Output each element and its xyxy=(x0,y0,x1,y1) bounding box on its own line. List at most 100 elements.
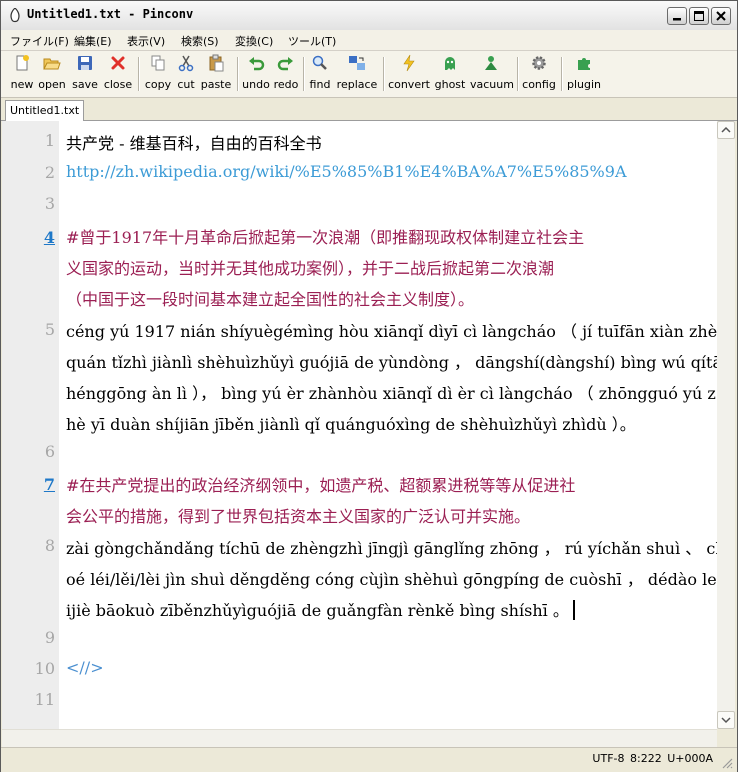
status-codepoint: U+000A xyxy=(667,752,713,765)
toolbar-separator xyxy=(561,57,563,91)
app-window: Untitled1.txt - Pinconv ファイル(F) 編集(E) 表示… xyxy=(0,0,738,772)
toolbar-separator xyxy=(303,57,305,91)
menu-bar: ファイル(F) 編集(E) 表示(V) 検索(S) 変換(C) ツール(T) xyxy=(1,30,737,51)
text-line: ijiè bāokuò zīběnzhǔyìguójiā de guǎngfàn… xyxy=(66,601,569,620)
plugin-button[interactable]: plugin xyxy=(566,54,602,94)
menu-convert[interactable]: 変換(C) xyxy=(235,33,273,49)
text-line: céng yú 1917 nián shíyuègémìng hòu xiānq… xyxy=(66,322,717,341)
clipboard-paste-icon xyxy=(209,54,224,72)
toolbar-separator xyxy=(138,57,140,91)
menu-tools[interactable]: ツール(T) xyxy=(288,33,336,49)
menu-search[interactable]: 検索(S) xyxy=(181,33,219,49)
new-file-icon xyxy=(16,55,29,71)
gear-icon xyxy=(532,56,546,70)
resize-grip-icon[interactable] xyxy=(721,757,733,769)
text-line: oé léi/lěi/lèi jìn shuì děngděng cóng cù… xyxy=(66,570,717,589)
cut-button[interactable]: cut xyxy=(175,54,197,94)
undo-arrow-icon xyxy=(249,57,265,71)
scroll-down-button[interactable] xyxy=(717,711,735,729)
menu-view[interactable]: 表示(V) xyxy=(127,33,165,49)
menu-file[interactable]: ファイル(F) xyxy=(10,33,69,49)
line-number: 9 xyxy=(44,628,55,647)
status-bar: UTF-8 8:222 U+000A xyxy=(1,747,737,772)
line-number: 10 xyxy=(34,659,55,678)
toolbar: new open save close copy cut paste undo … xyxy=(1,51,737,98)
title-bar: Untitled1.txt - Pinconv xyxy=(1,1,737,31)
magnifier-icon xyxy=(312,55,327,70)
close-window-button[interactable] xyxy=(711,7,731,25)
window-title: Untitled1.txt - Pinconv xyxy=(27,7,194,21)
copy-icon xyxy=(151,55,165,71)
app-icon xyxy=(10,8,20,23)
menu-edit[interactable]: 編集(E) xyxy=(74,33,112,49)
config-button[interactable]: config xyxy=(522,54,556,94)
replace-button[interactable]: replace xyxy=(336,54,378,94)
line-number: 5 xyxy=(44,320,55,339)
text-line: #在共产党提出的政治经济纲领中，如遗产税、超额累进税等等从促进社 xyxy=(66,476,576,495)
ghost-button[interactable]: ghost xyxy=(433,54,467,94)
folder-open-icon xyxy=(43,58,61,70)
status-text: UTF-8 8:222 U+000A xyxy=(592,752,713,765)
text-line: quán tǐzhì jiànlì shèhuìzhǔyì guójiā de … xyxy=(66,353,717,372)
copy-button[interactable]: copy xyxy=(144,54,172,94)
close-icon xyxy=(716,11,726,21)
text-line: hè yī duàn shíjiān jīběn jiànlì qǐ quáng… xyxy=(66,415,636,434)
undo-button[interactable]: undo xyxy=(242,54,270,94)
text-editor[interactable]: 1 2 3 4 5 6 7 8 9 10 11 共产党 - 维基百科，自由的百科… xyxy=(2,121,717,729)
line-number: 2 xyxy=(44,163,55,182)
line-number: 3 xyxy=(44,194,55,213)
tab-untitled1[interactable]: Untitled1.txt xyxy=(5,100,85,121)
document-tab-bar: Untitled1.txt xyxy=(1,98,737,121)
save-disk-icon xyxy=(78,56,92,70)
save-button[interactable]: save xyxy=(71,54,99,94)
line-number-gutter: 1 2 3 4 5 6 7 8 9 10 11 xyxy=(2,121,59,729)
text-line-with-cursor: ijiè bāokuò zīběnzhǔyìguójiā de guǎngfàn… xyxy=(66,597,575,621)
toolbar-separator xyxy=(383,57,385,91)
find-button[interactable]: find xyxy=(308,54,332,94)
line-number: 8 xyxy=(44,536,55,555)
tag-line: <//> xyxy=(66,658,104,677)
new-button[interactable]: new xyxy=(9,54,35,94)
scissors-icon xyxy=(178,55,194,72)
text-line: zài gòngchǎndǎng tíchū de zhèngzhì jīngj… xyxy=(66,539,717,558)
redo-arrow-icon xyxy=(277,57,293,71)
vacuum-button[interactable]: vacuum xyxy=(470,54,514,94)
close-x-icon xyxy=(111,56,125,70)
text-line: （中国于这一段时间基本建立起全国性的社会主义制度）。 xyxy=(66,290,475,309)
scroll-up-button[interactable] xyxy=(717,121,735,139)
line-number: 11 xyxy=(34,690,55,709)
line-number-active: 7 xyxy=(43,475,55,494)
text-line: 义国家的运动，当时并无其他成功案例），并于二战后掀起第二次浪潮 xyxy=(66,259,555,278)
replace-icon xyxy=(349,56,365,70)
paste-button[interactable]: paste xyxy=(200,54,232,94)
status-cursor-position: 8:222 xyxy=(630,752,662,765)
ghost-icon xyxy=(445,57,455,70)
arrow-up-icon xyxy=(721,126,731,133)
url-line: http://zh.wikipedia.org/wiki/%E5%85%B1%E… xyxy=(66,162,627,181)
status-encoding: UTF-8 xyxy=(592,752,625,765)
text-line: 共产党 - 维基百科，自由的百科全书 xyxy=(66,134,322,153)
toolbar-separator xyxy=(517,57,519,91)
minimize-icon xyxy=(673,18,681,21)
text-line: 会公平的措施，得到了世界包括资本主义国家的广泛认可并实施。 xyxy=(66,507,531,526)
maximize-icon xyxy=(694,11,704,21)
redo-button[interactable]: redo xyxy=(273,54,299,94)
minimize-button[interactable] xyxy=(667,7,687,25)
arrow-down-icon xyxy=(721,717,731,724)
vertical-scrollbar[interactable] xyxy=(717,121,735,729)
convert-button[interactable]: convert xyxy=(388,54,430,94)
text-line: hénggōng àn lì ）， bìng yú èr zhànhòu xiā… xyxy=(66,384,716,403)
puzzle-piece-icon xyxy=(578,58,590,70)
lightning-icon xyxy=(403,54,415,72)
open-button[interactable]: open xyxy=(38,54,66,94)
vacuum-icon xyxy=(485,56,497,70)
horizontal-scrollbar[interactable] xyxy=(2,729,717,747)
maximize-button[interactable] xyxy=(689,7,709,25)
line-number-active: 4 xyxy=(43,228,55,247)
text-line: #曾于1917年十月革命后掀起第一次浪潮（即推翻现政权体制建立社会主 xyxy=(66,228,585,247)
text-cursor xyxy=(572,600,575,620)
line-number: 6 xyxy=(44,442,55,461)
toolbar-separator xyxy=(237,57,239,91)
line-number: 1 xyxy=(44,131,55,150)
close-button[interactable]: close xyxy=(103,54,133,94)
